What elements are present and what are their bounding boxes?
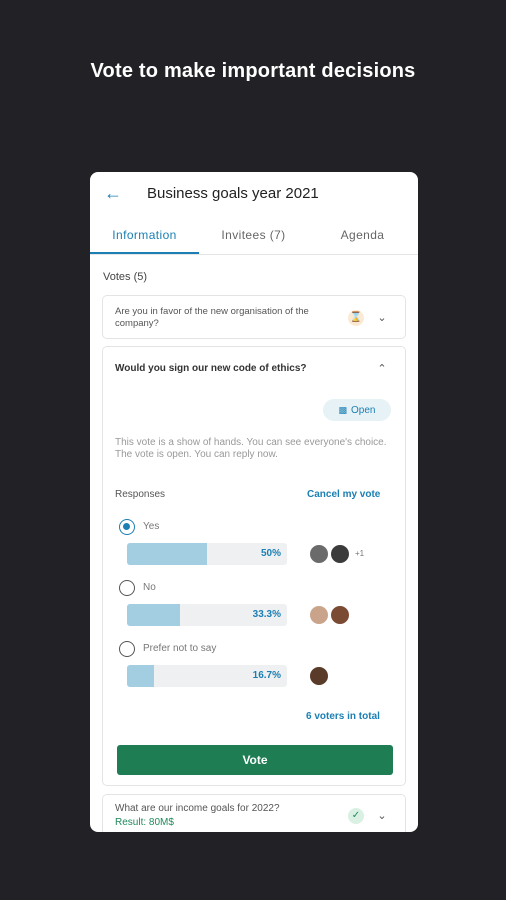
vote-question: What are our income goals for 2022? bbox=[115, 803, 280, 814]
check-icon: ✓ bbox=[348, 808, 364, 824]
result-bar: 50% bbox=[127, 543, 287, 565]
phone-screen: ← Business goals year 2021 Information I… bbox=[90, 172, 418, 832]
information-content: Votes (5) Are you in favor of the new or… bbox=[90, 271, 418, 832]
option-label: Prefer not to say bbox=[143, 643, 217, 654]
vote-card-ethics: Would you sign our new code of ethics? ⌃… bbox=[102, 346, 406, 786]
radio-no[interactable] bbox=[119, 580, 135, 596]
avatar bbox=[309, 544, 329, 564]
avatar bbox=[330, 605, 350, 625]
vote-button[interactable]: Vote bbox=[117, 745, 393, 775]
option-label: No bbox=[143, 582, 156, 593]
result-percent: 50% bbox=[260, 548, 281, 559]
vote-card-organisation[interactable]: Are you in favor of the new organisation… bbox=[102, 295, 406, 339]
tab-bar: Information Invitees (7) Agenda bbox=[90, 217, 418, 255]
vote-description: This vote is a show of hands. You can se… bbox=[115, 437, 390, 461]
avatar bbox=[330, 544, 350, 564]
result-percent: 33.3% bbox=[252, 609, 281, 620]
tab-invitees[interactable]: Invitees (7) bbox=[199, 217, 308, 254]
vote-description-line-1: This vote is a show of hands. You can se… bbox=[115, 437, 387, 448]
result-bar-fill bbox=[127, 604, 181, 626]
option-label: Yes bbox=[143, 521, 160, 532]
radio-yes[interactable] bbox=[119, 519, 135, 535]
result-percent: 16.7% bbox=[252, 670, 281, 681]
chevron-down-icon[interactable]: ⌄ bbox=[375, 809, 389, 823]
result-bar-fill bbox=[127, 543, 207, 565]
app-bar: ← Business goals year 2021 bbox=[90, 172, 418, 217]
chevron-up-icon[interactable]: ⌃ bbox=[375, 362, 389, 376]
marketing-headline: Vote to make important decisions bbox=[90, 60, 416, 82]
result-bar-fill bbox=[127, 665, 154, 687]
votes-section-title: Votes (5) bbox=[103, 271, 148, 283]
vote-description-line-2: The vote is open. You can reply now. bbox=[115, 449, 278, 460]
status-badge-label: Open bbox=[351, 405, 376, 416]
extra-voters-count: +1 bbox=[355, 549, 365, 558]
vote-question: Are you in favor of the new organisation… bbox=[115, 306, 309, 329]
status-badge: ▩ Open bbox=[323, 399, 391, 421]
vote-result: Result: 80M$ bbox=[115, 817, 174, 828]
page-title: Business goals year 2021 bbox=[147, 185, 319, 202]
voters-total: 6 voters in total bbox=[306, 711, 380, 722]
vote-card-income-goals[interactable]: What are our income goals for 2022? Resu… bbox=[102, 794, 406, 832]
chart-icon: ▩ bbox=[338, 405, 348, 415]
responses-label: Responses bbox=[115, 489, 166, 500]
avatar bbox=[309, 666, 329, 686]
cancel-my-vote-link[interactable]: Cancel my vote bbox=[307, 489, 380, 500]
back-arrow-icon[interactable]: ← bbox=[104, 183, 124, 203]
hourglass-icon: ⌛ bbox=[348, 310, 364, 326]
result-bar: 33.3% bbox=[127, 604, 287, 626]
avatar bbox=[309, 605, 329, 625]
chevron-down-icon[interactable]: ⌄ bbox=[375, 311, 389, 325]
tab-information[interactable]: Information bbox=[90, 217, 199, 254]
radio-prefer-not-to-say[interactable] bbox=[119, 641, 135, 657]
tab-agenda[interactable]: Agenda bbox=[308, 217, 417, 254]
vote-question: Would you sign our new code of ethics? bbox=[115, 363, 307, 374]
result-bar: 16.7% bbox=[127, 665, 287, 687]
